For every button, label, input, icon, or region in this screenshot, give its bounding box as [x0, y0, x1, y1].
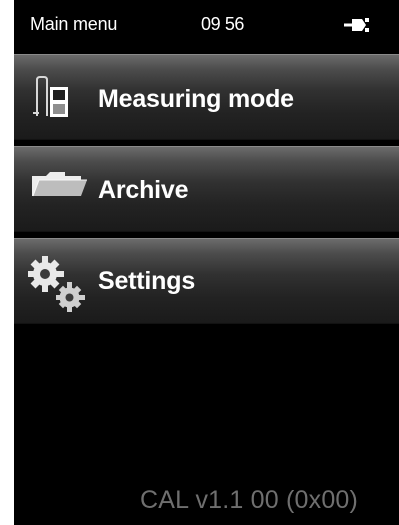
menu-item-archive[interactable]: Archive: [14, 146, 399, 232]
gears-icon: [28, 256, 85, 312]
folder-icon: [32, 172, 87, 197]
status-time: 09 56: [201, 14, 245, 34]
menu-label-measuring-mode: Measuring mode: [98, 85, 294, 113]
measuring-probe-icon: [33, 76, 68, 117]
version-text: CAL v1.1 00 (0x00): [140, 486, 359, 514]
power-plug-icon: [344, 18, 369, 32]
menu-item-measuring-mode[interactable]: Measuring mode: [14, 54, 399, 140]
menu-label-settings: Settings: [98, 267, 196, 295]
device-screen: Main menu 09 56 Measuring mode Archive S…: [14, 0, 399, 525]
menu-label-archive: Archive: [98, 176, 189, 204]
menu-item-settings[interactable]: Settings: [14, 238, 399, 324]
status-bar: Main menu 09 56: [14, 0, 399, 54]
status-title: Main menu: [30, 14, 118, 34]
